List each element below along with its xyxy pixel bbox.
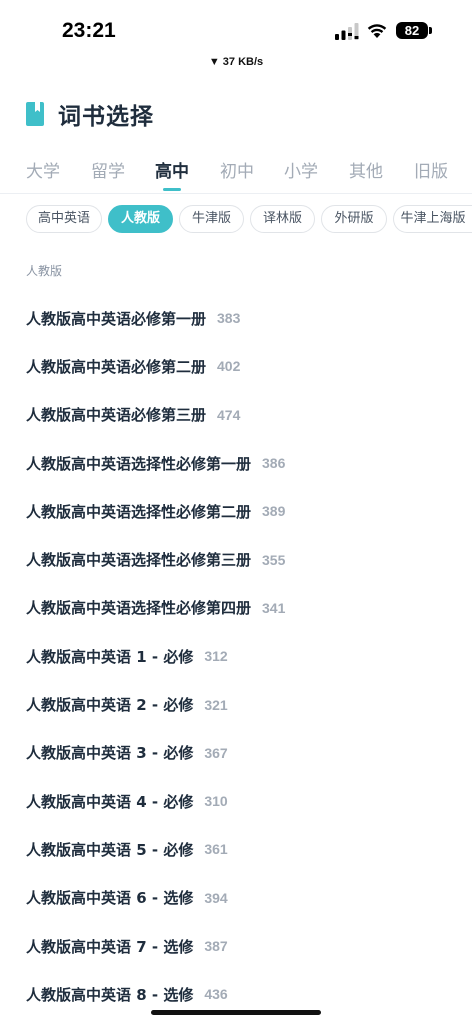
page-title: 词书选择 [58, 104, 154, 130]
category-tabs: 大学 留学 高中 初中 小学 其他 旧版 [0, 150, 472, 194]
list-item[interactable]: 人教版高中英语选择性必修第一册 386 [26, 439, 466, 487]
tab-study-abroad[interactable]: 留学 [91, 157, 125, 182]
page-header: 词书选择 [26, 96, 154, 132]
list-item[interactable]: 人教版高中英语必修第一册 383 [26, 294, 466, 342]
word-count: 312 [204, 648, 228, 665]
tab-old-version[interactable]: 旧版 [414, 157, 448, 182]
book-name: 人教版高中英语选择性必修第一册 [26, 454, 252, 473]
word-count: 436 [204, 986, 228, 1003]
battery-indicator: 82 [396, 22, 428, 39]
book-name: 人教版高中英语必修第三册 [26, 406, 207, 425]
chip-pep-edition[interactable]: 人教版 [108, 205, 173, 233]
word-count: 310 [204, 793, 228, 810]
word-count: 361 [204, 841, 228, 858]
book-name: 人教版高中英语 1 - 必修 [26, 647, 194, 666]
word-count: 387 [204, 938, 228, 954]
section-label: 人教版 [26, 264, 63, 278]
book-name: 人教版高中英语 2 - 必修 [26, 696, 194, 715]
book-list: 人教版高中英语必修第一册 383 人教版高中英语必修第二册 402 人教版高中英语必… [26, 294, 466, 1018]
list-item[interactable]: 人教版高中英语 2 - 必修 321 [26, 680, 466, 728]
word-count: 474 [217, 406, 241, 423]
book-icon [26, 102, 44, 126]
book-name: 人教版高中英语 7 - 选修 [26, 937, 194, 956]
word-count: 341 [262, 599, 286, 616]
book-name: 人教版高中英语 3 - 必修 [26, 744, 194, 763]
book-name: 人教版高中英语必修第一册 [26, 309, 207, 328]
tab-high-school[interactable]: 高中 [155, 157, 189, 182]
book-name: 人教版高中英语 8 - 选修 [26, 985, 194, 1004]
word-count: 355 [262, 551, 286, 568]
tab-middle-school[interactable]: 初中 [220, 157, 254, 182]
book-name: 人教版高中英语选择性必修第四册 [26, 599, 252, 618]
book-name: 人教版高中英语 6 - 选修 [26, 889, 194, 908]
list-item[interactable]: 人教版高中英语 1 - 必修 312 [26, 632, 466, 680]
chip-oxford-shanghai-edition[interactable]: 牛津上海版 [393, 205, 472, 233]
screen: 23:21 82 ▼ 37 KB/s 词书选择 大学 留学 高中 初中 小学 其… [0, 0, 472, 1024]
word-count: 402 [217, 358, 241, 375]
tab-university[interactable]: 大学 [26, 157, 60, 182]
list-item[interactable]: 人教版高中英语选择性必修第四册 341 [26, 584, 466, 632]
status-bar: 23:21 82 ▼ 37 KB/s [0, 0, 472, 68]
list-item[interactable]: 人教版高中英语 3 - 必修 367 [26, 729, 466, 777]
battery-tip [429, 27, 432, 34]
list-item[interactable]: 人教版高中英语 5 - 必修 361 [26, 825, 466, 873]
wifi-icon [367, 24, 387, 38]
tab-other[interactable]: 其他 [349, 157, 383, 182]
edition-filter: 高中英语 人教版 牛津版 译林版 外研版 牛津上海版 [0, 205, 472, 233]
list-item[interactable]: 人教版高中英语 6 - 选修 394 [26, 874, 466, 922]
list-item[interactable]: 人教版高中英语必修第三册 474 [26, 391, 466, 439]
network-speed: ▼ 37 KB/s [208, 56, 264, 68]
list-item[interactable]: 人教版高中英语 4 - 必修 310 [26, 777, 466, 825]
status-time: 23:21 [62, 19, 116, 42]
list-item[interactable]: 人教版高中英语 7 - 选修 387 [26, 922, 466, 970]
chip-high-school-english[interactable]: 高中英语 [26, 205, 102, 233]
word-count: 389 [262, 503, 286, 520]
chip-fltrp-edition[interactable]: 外研版 [321, 205, 387, 233]
word-count: 321 [204, 696, 228, 713]
book-name: 人教版高中英语 5 - 必修 [26, 840, 194, 859]
book-name: 人教版高中英语必修第二册 [26, 357, 207, 376]
list-item[interactable]: 人教版高中英语选择性必修第三册 355 [26, 535, 466, 583]
active-tab-indicator [163, 188, 181, 191]
tab-primary-school[interactable]: 小学 [284, 157, 318, 182]
list-item[interactable]: 人教版高中英语选择性必修第二册 389 [26, 487, 466, 535]
word-count: 367 [204, 744, 228, 761]
cellular-signal-icon [335, 23, 359, 40]
home-indicator[interactable] [151, 1010, 321, 1015]
book-name: 人教版高中英语选择性必修第三册 [26, 551, 252, 570]
book-name: 人教版高中英语选择性必修第二册 [26, 502, 252, 521]
chip-yilin-edition[interactable]: 译林版 [250, 205, 315, 233]
book-name: 人教版高中英语 4 - 必修 [26, 792, 194, 811]
word-count: 386 [262, 455, 286, 472]
word-count: 394 [204, 889, 228, 906]
chip-oxford-edition[interactable]: 牛津版 [179, 205, 244, 233]
list-item[interactable]: 人教版高中英语必修第二册 402 [26, 342, 466, 390]
word-count: 383 [217, 310, 241, 327]
